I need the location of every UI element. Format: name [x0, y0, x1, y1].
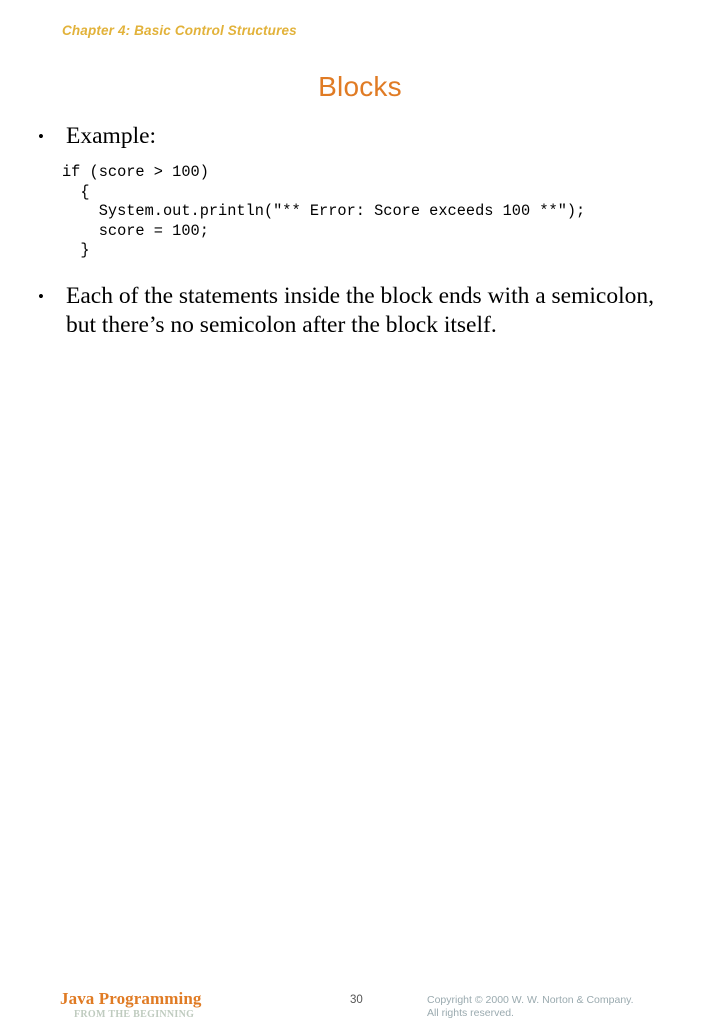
brand-logo-title: Java Programming — [60, 989, 202, 1008]
code-sample: if (score > 100) { System.out.println("*… — [62, 163, 586, 259]
copyright-line-2: All rights reserved. — [427, 1007, 514, 1019]
chapter-header: Chapter 4: Basic Control Structures — [62, 23, 297, 38]
slide-footer: Java Programming FROM THE BEGINNING 30 C… — [0, 485, 720, 1020]
bullet-item-explanation: Each of the statements inside the block … — [26, 282, 674, 340]
brand-logo-subtitle: FROM THE BEGINNING — [74, 1009, 195, 1020]
page-number: 30 — [350, 994, 363, 1006]
copyright-line-1: Copyright © 2000 W. W. Norton & Company. — [427, 994, 634, 1006]
bullet-label: Example: — [66, 123, 157, 149]
slide-body: Example: — [26, 122, 696, 151]
slide-body-secondary: Each of the statements inside the block … — [26, 282, 686, 340]
slide-canvas: Chapter 4: Basic Control Structures Bloc… — [0, 0, 720, 1020]
copyright-notice: Copyright © 2000 W. W. Norton & Company.… — [427, 994, 634, 1020]
bullet-text: Each of the statements inside the block … — [66, 283, 655, 338]
bullet-item-example: Example: — [26, 122, 696, 151]
brand-logo: Java Programming FROM THE BEGINNING — [60, 990, 202, 1020]
slide-title: Blocks — [318, 71, 402, 102]
